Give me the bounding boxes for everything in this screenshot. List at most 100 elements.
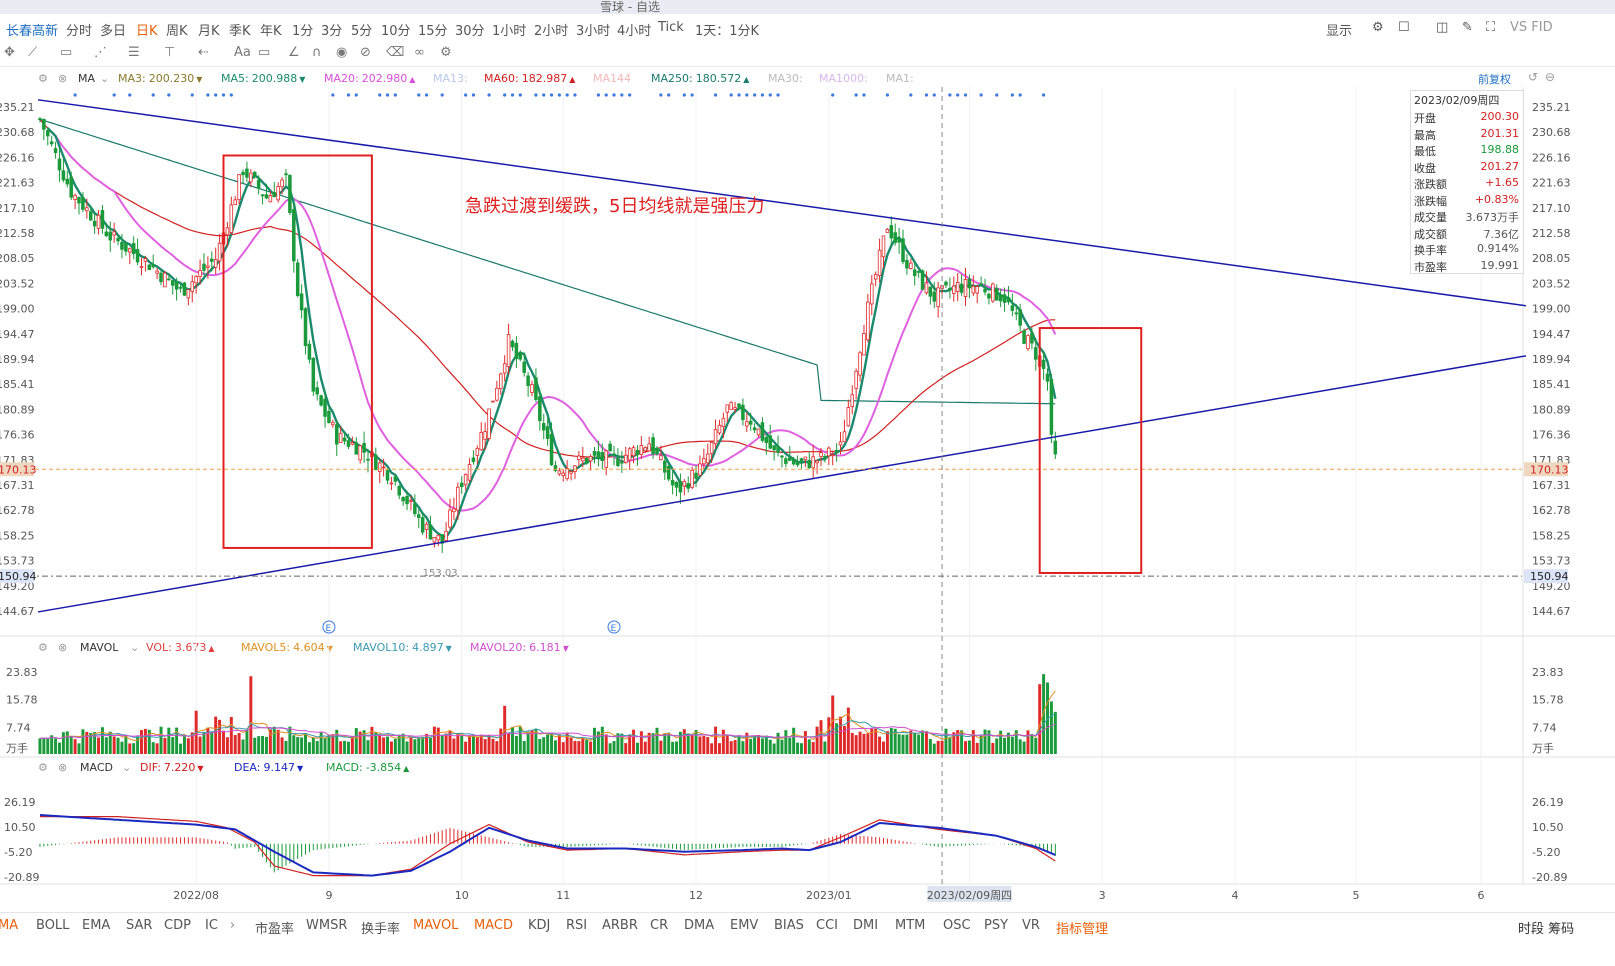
volume-bar	[874, 728, 878, 754]
volume-bar	[81, 729, 85, 754]
indicator-tab[interactable]: EMV	[730, 918, 758, 933]
candle-body	[994, 287, 999, 301]
candle-body	[541, 423, 546, 431]
indicator-tab[interactable]: IC	[205, 918, 218, 933]
volume-bar	[202, 732, 206, 754]
indicator-tab[interactable]: MTM	[895, 918, 925, 933]
event-dot	[995, 93, 999, 97]
volume-bar	[112, 736, 116, 754]
indicator-tab[interactable]: 市盈率	[255, 918, 294, 937]
candle-body	[57, 158, 62, 171]
volume-bar	[143, 728, 147, 754]
volume-bar	[38, 738, 42, 754]
candle-body	[584, 457, 589, 464]
candle-body	[147, 264, 152, 270]
stock-chart[interactable]: 急跌过渡到缓跌，5日均线就是强压力 153.03 235.21 235.21 230.6…	[0, 0, 1615, 912]
volume-bar	[436, 727, 440, 754]
volume-bar	[272, 726, 276, 754]
candle-body	[846, 407, 851, 427]
candle-body	[682, 480, 687, 487]
event-dot	[573, 93, 577, 97]
indicator-tab[interactable]: BIAS	[774, 918, 804, 933]
volume-bar	[198, 736, 202, 754]
info-row: 涨跌幅 +0.83%	[1411, 192, 1523, 209]
volume-bar	[186, 738, 190, 754]
event-dot	[1018, 93, 1022, 97]
indicator-tab[interactable]: ARBR	[602, 918, 638, 933]
indicator-tab[interactable]: 换手率	[361, 918, 400, 937]
candle-body	[362, 442, 366, 453]
volume-bar	[924, 731, 928, 754]
info-row: 成交额 7.36亿	[1411, 225, 1523, 242]
volume-bar	[686, 733, 690, 754]
candle-body	[787, 457, 792, 461]
candle-body	[65, 178, 70, 185]
candle-body	[799, 458, 804, 462]
indicator-tab[interactable]: DMI	[853, 918, 878, 933]
price-tick-right: 144.67	[1532, 605, 1571, 618]
indicator-tab[interactable]: MACD	[474, 918, 513, 933]
indicator-tab[interactable]: CR	[650, 918, 668, 933]
indicator-tab[interactable]: WMSR	[306, 918, 347, 933]
info-key: 成交量	[1414, 211, 1447, 224]
indicator-tab[interactable]: RSI	[566, 918, 587, 933]
volume-bar	[479, 734, 483, 754]
x-tick: 3	[1099, 889, 1106, 902]
indicator-tab[interactable]: CDP	[164, 918, 191, 933]
indicator-tab[interactable]: MAVOL	[413, 918, 458, 933]
candle-body	[143, 258, 148, 262]
volume-bar	[632, 729, 636, 754]
candle-body	[998, 294, 1003, 302]
volume-bar	[167, 727, 171, 754]
candle-body	[717, 424, 722, 434]
annotation-text: 急跌过渡到缓跌，5日均线就是强压力	[465, 196, 764, 217]
candle-body	[495, 387, 499, 401]
candle-body	[366, 458, 370, 461]
price-tick-right: 162.78	[1532, 504, 1571, 517]
volume-bar	[948, 737, 952, 754]
event-dot	[214, 93, 218, 97]
indicator-tab[interactable]: PSY	[984, 918, 1008, 933]
candle-body	[983, 288, 987, 293]
volume-bar	[155, 743, 159, 754]
candle-body	[182, 282, 187, 296]
indicator-tab[interactable]: KDJ	[528, 918, 550, 933]
volume-bar	[811, 741, 815, 754]
indicator-tab[interactable]: EMA	[82, 918, 110, 933]
indicator-tab[interactable]: CCI	[816, 918, 838, 933]
candle-body	[963, 279, 968, 297]
event-dot	[331, 93, 335, 97]
volume-bar	[714, 726, 718, 754]
indicator-tab[interactable]: DMA	[684, 918, 714, 933]
candle-body	[987, 293, 991, 299]
event-dot	[620, 93, 624, 97]
info-key: 涨跌幅	[1414, 194, 1447, 208]
candle-body	[1014, 312, 1019, 315]
indicator-tab[interactable]: SAR	[126, 918, 152, 933]
chevron-right-icon[interactable]: ›	[230, 918, 235, 933]
candle-body	[655, 448, 659, 455]
candle-body	[592, 450, 597, 456]
event-dot	[776, 93, 780, 97]
price-tick-right: 185.41	[1532, 378, 1571, 391]
candle-body	[385, 470, 390, 481]
info-value: 0.914%	[1477, 242, 1519, 255]
volume-bar	[639, 731, 643, 754]
volume-bar	[151, 742, 155, 754]
volume-bar	[85, 731, 89, 754]
x-tick: 9	[325, 889, 332, 902]
candle-body	[690, 469, 694, 488]
indicator-tab[interactable]: MA	[0, 918, 18, 933]
candle-body	[252, 171, 257, 178]
volume-bar	[511, 727, 514, 754]
volume-bar	[1053, 711, 1057, 754]
candle-body	[764, 436, 769, 443]
candle-body	[159, 272, 163, 283]
indicator-tab[interactable]: VR	[1022, 918, 1040, 933]
volume-bar	[1022, 741, 1026, 754]
indicator-tab[interactable]: BOLL	[36, 918, 69, 933]
indicator-tab[interactable]: 指标管理	[1056, 918, 1108, 937]
bottom-right-label[interactable]: 时段 筹码	[1518, 918, 1574, 937]
indicator-tab[interactable]: OSC	[943, 918, 971, 933]
candle-body	[745, 421, 749, 427]
